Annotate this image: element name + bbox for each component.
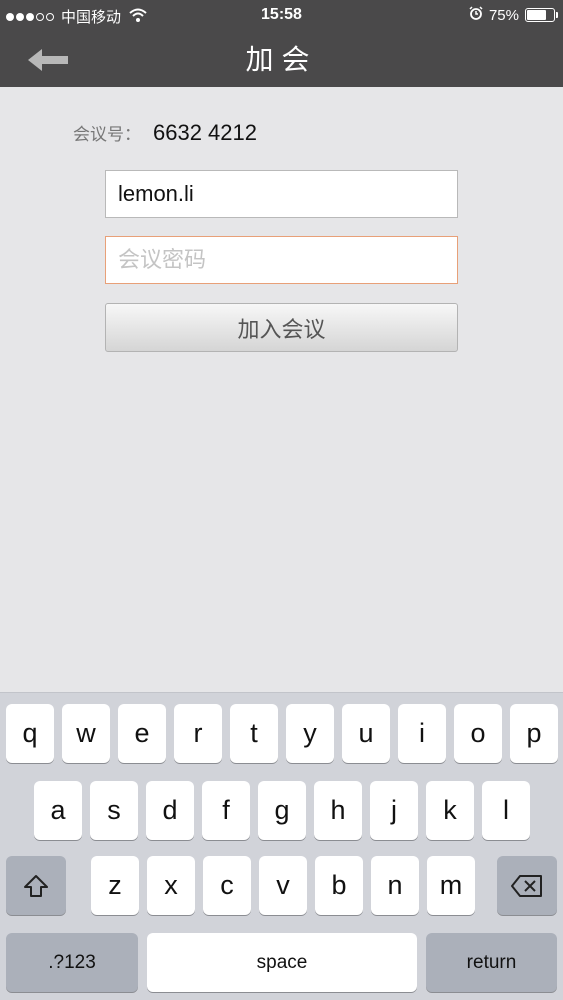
battery-percent: 75%: [488, 6, 519, 24]
meeting-password-input[interactable]: [105, 236, 458, 284]
key-j[interactable]: j: [370, 781, 418, 840]
key-x[interactable]: x: [147, 856, 195, 915]
key-z[interactable]: z: [91, 856, 139, 915]
alarm-icon: [469, 6, 483, 24]
key-e[interactable]: e: [118, 704, 166, 763]
join-meeting-button[interactable]: 加入会议: [105, 303, 458, 352]
key-a[interactable]: a: [34, 781, 82, 840]
nav-bar: 加会: [0, 30, 563, 87]
key-o[interactable]: o: [454, 704, 502, 763]
key-y[interactable]: y: [286, 704, 334, 763]
key-u[interactable]: u: [342, 704, 390, 763]
key-l[interactable]: l: [482, 781, 530, 840]
key-d[interactable]: d: [146, 781, 194, 840]
key-p[interactable]: p: [510, 704, 558, 763]
keyboard: .?123 space return qwertyuiop asdfghjkl zx…: [0, 692, 563, 1000]
key-k[interactable]: k: [426, 781, 474, 840]
space-key[interactable]: space: [147, 933, 417, 992]
key-q[interactable]: q: [6, 704, 54, 763]
username-input[interactable]: [105, 170, 458, 218]
numbers-key[interactable]: .?123: [6, 933, 138, 992]
key-g[interactable]: g: [258, 781, 306, 840]
key-v[interactable]: v: [259, 856, 307, 915]
page-title: 加会: [245, 44, 318, 75]
status-bar: 中国移动 15:58 75%: [0, 0, 563, 30]
key-m[interactable]: m: [427, 856, 475, 915]
battery-icon: [525, 8, 558, 22]
key-b[interactable]: b: [315, 856, 363, 915]
key-t[interactable]: t: [230, 704, 278, 763]
return-key[interactable]: return: [426, 933, 557, 992]
meeting-number-value: 6632 4212: [153, 120, 257, 145]
top-bar: 中国移动 15:58 75% 加会: [0, 0, 563, 87]
key-r[interactable]: r: [174, 704, 222, 763]
key-i[interactable]: i: [398, 704, 446, 763]
shift-key[interactable]: [6, 856, 66, 915]
shift-icon: [24, 874, 48, 897]
status-right: 75%: [469, 6, 558, 24]
key-w[interactable]: w: [62, 704, 110, 763]
key-h[interactable]: h: [314, 781, 362, 840]
meeting-number-label: 会议号：: [73, 125, 141, 144]
meeting-number-row: 会议号： 6632 4212: [73, 120, 257, 146]
backspace-icon: [511, 874, 542, 897]
key-f[interactable]: f: [202, 781, 250, 840]
delete-key[interactable]: [497, 856, 557, 915]
key-c[interactable]: c: [203, 856, 251, 915]
key-n[interactable]: n: [371, 856, 419, 915]
key-s[interactable]: s: [90, 781, 138, 840]
